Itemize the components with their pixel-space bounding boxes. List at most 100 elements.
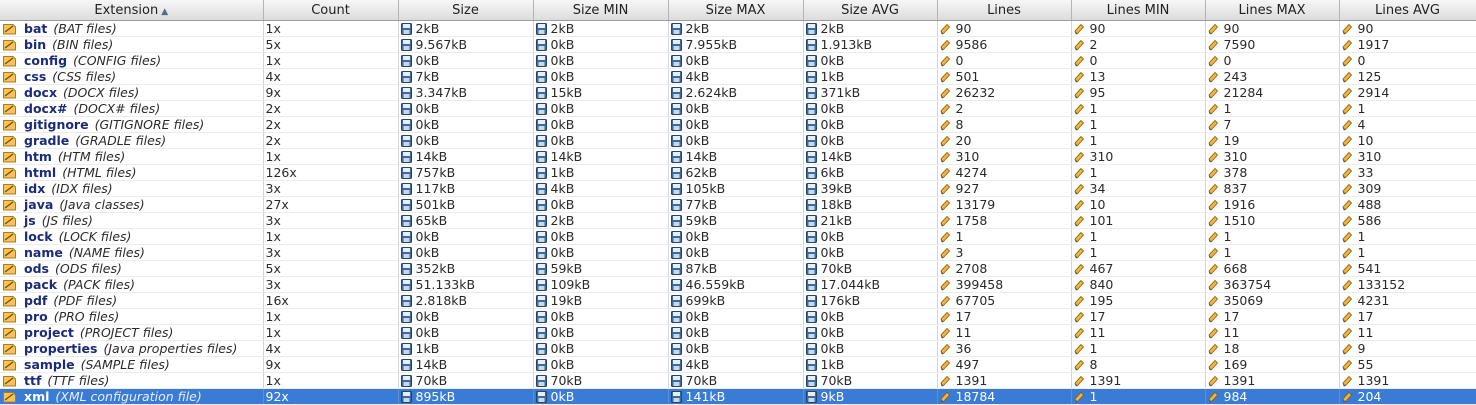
floppy-disk-icon — [805, 375, 817, 387]
table-row[interactable]: ods (ODS files) 5x 352kB 59kB 87kB 70kB 2708 467… — [0, 260, 1476, 277]
pencil-icon — [1074, 295, 1084, 307]
cell-lines: 18784 — [937, 388, 1072, 405]
cell-value: 62kB — [685, 165, 718, 180]
cell-lines-avg: 1 — [1339, 100, 1476, 117]
column-header-lines[interactable]: Lines — [937, 0, 1072, 21]
cell-value: 1kB — [820, 357, 845, 372]
extension-name: ods — [24, 261, 49, 276]
cell-value: 0kB — [550, 325, 575, 340]
floppy-disk-icon — [400, 247, 412, 259]
cell-extension: pack (PACK files) — [0, 276, 264, 293]
pencil-icon — [1074, 263, 1084, 275]
extension-name: htm — [24, 149, 52, 164]
floppy-disk-icon — [535, 343, 547, 355]
table-row[interactable]: pdf (PDF files) 16x 2.818kB 19kB 699kB 176kB 67… — [0, 292, 1476, 309]
table-row[interactable]: config (CONFIG files) 1x 0kB 0kB 0kB 0kB 0 0 0 0 — [0, 52, 1476, 69]
floppy-disk-icon — [670, 71, 682, 83]
cell-size: 352kB — [398, 260, 534, 277]
cell-lines: 2708 — [937, 260, 1072, 277]
pencil-icon — [1342, 295, 1352, 307]
cell-value: 0kB — [685, 117, 710, 132]
table-row[interactable]: docx# (DOCX# files) 2x 0kB 0kB 0kB 0kB 2 1 1 1 — [0, 100, 1476, 117]
table-row[interactable]: project (PROJECT files) 1x 0kB 0kB 0kB 0kB 11 11… — [0, 324, 1476, 341]
floppy-disk-icon — [535, 247, 547, 259]
pencil-icon — [940, 199, 950, 211]
cell-size: 9.567kB — [398, 36, 534, 53]
cell-value: 11 — [955, 325, 972, 340]
table-row[interactable]: gitignore (GITIGNORE files) 2x 0kB 0kB 0kB 0kB… — [0, 116, 1476, 133]
column-header-label: Count — [311, 2, 350, 18]
cell-value: 13179 — [955, 197, 996, 212]
floppy-disk-icon — [670, 199, 682, 211]
table-row[interactable]: name (NAME files) 3x 0kB 0kB 0kB 0kB 3 1 1 1 — [0, 244, 1476, 261]
floppy-disk-icon — [805, 183, 817, 195]
cell-lines-avg: 1 — [1339, 228, 1476, 245]
table-row[interactable]: ttf (TTF files) 1x 70kB 70kB 70kB 70kB 1391 1391… — [0, 372, 1476, 389]
column-header-count[interactable]: Count — [263, 0, 399, 21]
column-header-lines-avg[interactable]: Lines AVG — [1339, 0, 1476, 21]
cell-size-min: 0kB — [533, 228, 669, 245]
column-header-lines-max[interactable]: Lines MAX — [1205, 0, 1340, 21]
table-row[interactable]: sample (SAMPLE files) 9x 14kB 0kB 4kB 1kB 497 8 1… — [0, 356, 1476, 373]
table-row[interactable]: htm (HTM files) 1x 14kB 14kB 14kB 14kB 310 310 31… — [0, 148, 1476, 165]
table-row[interactable]: html (HTML files) 126x 757kB 1kB 62kB 6kB 4274 1… — [0, 164, 1476, 181]
cell-value: 7.955kB — [685, 37, 738, 52]
cell-lines: 67705 — [937, 292, 1072, 309]
table-row[interactable]: bat (BAT files) 1x 2kB 2kB 2kB 2kB 90 90 90 90 — [0, 20, 1476, 37]
column-header-size-min[interactable]: Size MIN — [533, 0, 669, 21]
cell-lines-max: 1391 — [1205, 372, 1340, 389]
table-row[interactable]: docx (DOCX files) 9x 3.347kB 15kB 2.624kB 371k… — [0, 84, 1476, 101]
table-row[interactable]: lock (LOCK files) 1x 0kB 0kB 0kB 0kB 1 1 1 1 — [0, 228, 1476, 245]
floppy-disk-icon — [670, 103, 682, 115]
table-row[interactable]: pro (PRO files) 1x 0kB 0kB 0kB 0kB 17 17 17 17 — [0, 308, 1476, 325]
cell-size-min: 0kB — [533, 116, 669, 133]
floppy-disk-icon — [400, 279, 412, 291]
cell-value: 36 — [955, 341, 972, 356]
table-row[interactable]: css (CSS files) 4x 7kB 0kB 4kB 1kB 501 13 243 125 — [0, 68, 1476, 85]
cell-value: 0kB — [685, 229, 710, 244]
cell-value: 77kB — [685, 197, 718, 212]
floppy-disk-icon — [535, 87, 547, 99]
cell-lines-max: 169 — [1205, 356, 1340, 373]
cell-count: 4x — [263, 68, 399, 85]
pencil-icon — [940, 311, 950, 323]
table-row[interactable]: xml (XML configuration file) 92x 895kB 0kB 14… — [0, 388, 1476, 405]
cell-lines-avg: 90 — [1339, 20, 1476, 37]
folder-tag-icon — [3, 376, 16, 387]
column-header-size-max[interactable]: Size MAX — [668, 0, 804, 21]
pencil-icon — [1208, 279, 1218, 291]
column-header-lines-min[interactable]: Lines MIN — [1071, 0, 1206, 21]
floppy-disk-icon — [670, 87, 682, 99]
cell-value: 46.559kB — [685, 277, 746, 292]
floppy-disk-icon — [805, 263, 817, 275]
table-row[interactable]: bin (BIN files) 5x 9.567kB 0kB 7.955kB 1.913kB… — [0, 36, 1476, 53]
table-row[interactable]: pack (PACK files) 3x 51.133kB 109kB 46.559kB 1… — [0, 276, 1476, 293]
cell-value: 984 — [1223, 389, 1248, 404]
table-row[interactable]: properties (Java properties files) 4x 1kB 0k… — [0, 340, 1476, 357]
cell-value: 2kB — [685, 21, 710, 36]
pencil-icon — [1342, 279, 1352, 291]
cell-size-max: 62kB — [668, 164, 804, 181]
cell-size-avg: 17.044kB — [803, 276, 938, 293]
cell-size-max: 70kB — [668, 372, 804, 389]
cell-extension: html (HTML files) — [0, 164, 264, 181]
column-header-size-avg[interactable]: Size AVG — [803, 0, 938, 21]
column-header-label: Size — [452, 2, 479, 18]
cell-value: 1kB — [820, 69, 845, 84]
cell-value: 3 — [955, 245, 964, 260]
table-row[interactable]: idx (IDX files) 3x 117kB 4kB 105kB 39kB 927 34 83… — [0, 180, 1476, 197]
cell-value: 70kB — [415, 373, 448, 388]
cell-lines-avg: 11 — [1339, 324, 1476, 341]
table-row[interactable]: js (JS files) 3x 65kB 2kB 59kB 21kB 1758 101 1510… — [0, 212, 1476, 229]
table-row[interactable]: java (Java classes) 27x 501kB 0kB 77kB 18kB 131… — [0, 196, 1476, 213]
pencil-icon — [1208, 55, 1218, 67]
cell-lines-max: 7 — [1205, 116, 1340, 133]
table-row[interactable]: gradle (GRADLE files) 2x 0kB 0kB 0kB 0kB 20 1 19 1… — [0, 132, 1476, 149]
floppy-disk-icon — [400, 135, 412, 147]
cell-value: 371kB — [820, 85, 861, 100]
column-header-size[interactable]: Size — [398, 0, 534, 21]
cell-size: 0kB — [398, 52, 534, 69]
column-header-extension[interactable]: Extension ▲ — [0, 0, 264, 21]
cell-lines-max: 310 — [1205, 148, 1340, 165]
floppy-disk-icon — [535, 295, 547, 307]
